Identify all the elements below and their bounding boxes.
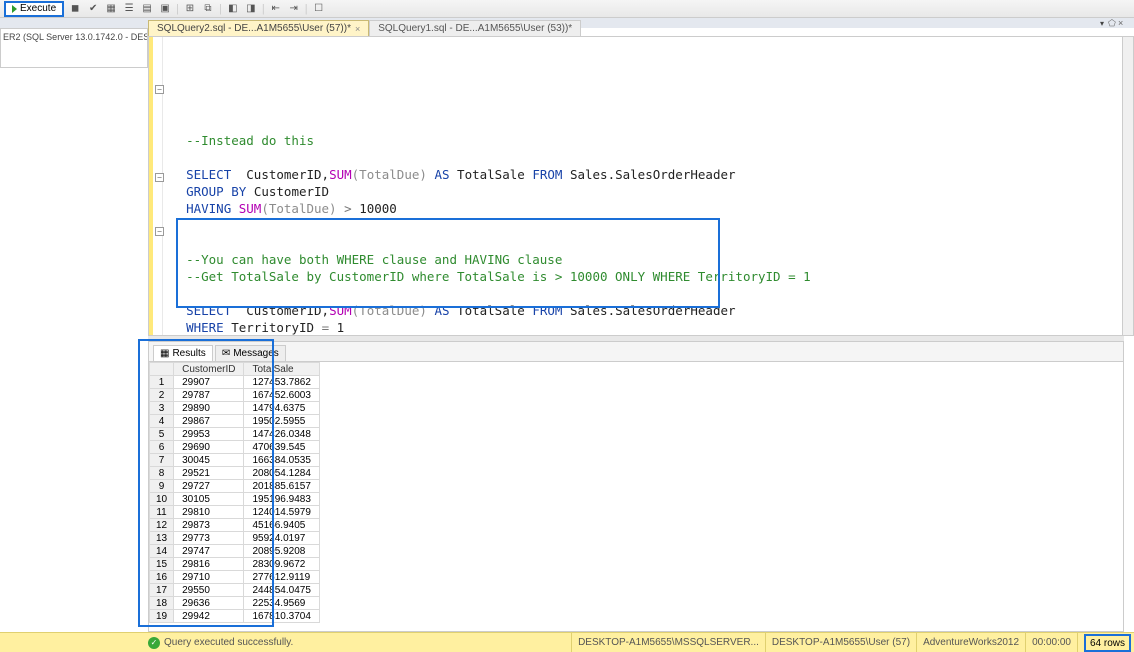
parse-icon[interactable]: ✔ (86, 2, 100, 16)
results-pane: ▦ Results ✉ Messages CustomerIDTotalSale… (148, 341, 1124, 632)
column-header[interactable]: CustomerID (174, 363, 244, 376)
table-row[interactable]: 132977395924.0197 (150, 532, 320, 545)
status-bar: ✓ Query executed successfully. DESKTOP-A… (0, 632, 1134, 652)
column-header[interactable]: TotalSale (244, 363, 319, 376)
toolbar-icon-11[interactable]: ☐ (312, 2, 326, 16)
toolbar-icon-4[interactable]: ▣ (158, 2, 172, 16)
status-time: 00:00:00 (1025, 633, 1077, 652)
object-explorer-node[interactable]: ER2 (SQL Server 13.0.1742.0 - DESKTOP-A (0, 28, 148, 68)
table-row[interactable]: 42986719502.5955 (150, 415, 320, 428)
table-row[interactable]: 129907127453.7862 (150, 376, 320, 389)
table-row[interactable]: 730045166384.0535 (150, 454, 320, 467)
table-row[interactable]: 629690470639.545 (150, 441, 320, 454)
status-server: DESKTOP-A1M5655\MSSQLSERVER... (571, 633, 765, 652)
status-db: AdventureWorks2012 (916, 633, 1025, 652)
pin-icon[interactable]: ⬠ (1108, 18, 1118, 29)
close-panel-icon[interactable]: × (1118, 18, 1128, 28)
results-tab[interactable]: ▦ Results (153, 345, 213, 361)
editor-scrollbar[interactable] (1122, 36, 1134, 336)
table-row[interactable]: 122987345166.9405 (150, 519, 320, 532)
table-row[interactable]: 32989014794.6375 (150, 402, 320, 415)
messages-icon: ✉ (222, 348, 230, 359)
file-tab-active[interactable]: SQLQuery2.sql - DE...A1M5655\User (57))*… (148, 20, 369, 36)
toolbar-icon-1[interactable]: ▦ (104, 2, 118, 16)
messages-tab[interactable]: ✉ Messages (215, 345, 286, 361)
close-icon[interactable]: × (355, 24, 360, 34)
file-tab-inactive[interactable]: SQLQuery1.sql - DE...A1M5655\User (53))* (369, 20, 581, 36)
table-row[interactable]: 1129810124014.5979 (150, 506, 320, 519)
results-grid[interactable]: CustomerIDTotalSale129907127453.78622297… (149, 362, 320, 623)
fold-icon[interactable]: − (155, 227, 164, 236)
sql-editor[interactable]: − − − --Instead do this SELECT CustomerI… (148, 36, 1128, 336)
toolbar-icon-8[interactable]: ◨ (244, 2, 258, 16)
toolbar-icon-3[interactable]: ▤ (140, 2, 154, 16)
table-row[interactable]: 1729550244854.0475 (150, 584, 320, 597)
status-user: DESKTOP-A1M5655\User (57) (765, 633, 916, 652)
toolbar-icon-2[interactable]: ☰ (122, 2, 136, 16)
grid-icon: ▦ (160, 348, 169, 359)
table-row[interactable]: 142974720895.9208 (150, 545, 320, 558)
column-header[interactable] (150, 363, 174, 376)
play-icon (12, 5, 17, 13)
debug-icon[interactable]: ◼ (68, 2, 82, 16)
table-row[interactable]: 1030105195196.9483 (150, 493, 320, 506)
toolbar-icon-5[interactable]: ⊞ (183, 2, 197, 16)
table-row[interactable]: 152981628309.9672 (150, 558, 320, 571)
table-row[interactable]: 1629710277612.9119 (150, 571, 320, 584)
table-row[interactable]: 829521208054.1284 (150, 467, 320, 480)
toolbar-icon-7[interactable]: ◧ (226, 2, 240, 16)
table-row[interactable]: 1929942167810.3704 (150, 610, 320, 623)
status-message: Query executed successfully. (164, 637, 293, 648)
toolbar-icon-6[interactable]: ⧉ (201, 2, 215, 16)
toolbar: Execute ◼ ✔ ▦ ☰ ▤ ▣ | ⊞ ⧉ | ◧ ◨ | ⇤ ⇥ | … (0, 0, 1134, 18)
fold-icon[interactable]: − (155, 173, 164, 182)
table-row[interactable]: 229787167452.6003 (150, 389, 320, 402)
toolbar-icon-9[interactable]: ⇤ (269, 2, 283, 16)
toolbar-icon-10[interactable]: ⇥ (287, 2, 301, 16)
execute-label: Execute (20, 3, 56, 14)
table-row[interactable]: 529953147426.0348 (150, 428, 320, 441)
execute-button[interactable]: Execute (4, 1, 64, 17)
status-rows: 64 rows (1084, 634, 1131, 652)
fold-icon[interactable]: − (155, 85, 164, 94)
editor-tabstrip: SQLQuery2.sql - DE...A1M5655\User (57))*… (148, 20, 581, 36)
success-icon: ✓ (148, 637, 160, 649)
table-row[interactable]: 929727201885.6157 (150, 480, 320, 493)
table-row[interactable]: 182963622534.9569 (150, 597, 320, 610)
dropdown-icon[interactable]: ▾ (1100, 19, 1108, 27)
